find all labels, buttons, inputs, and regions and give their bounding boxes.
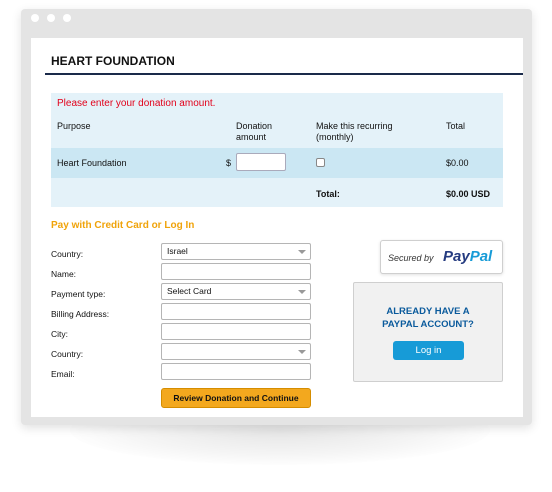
paypal-login-button[interactable]: Log in: [393, 341, 464, 360]
window-dot-icon: [31, 14, 39, 22]
chevron-down-icon: [298, 250, 306, 254]
name-label: Name:: [51, 269, 77, 279]
country-2-label: Country:: [51, 349, 84, 359]
paypal-logo-icon: PayPal: [443, 248, 493, 265]
account-prompt-line1: ALREADY HAVE A: [386, 306, 470, 317]
account-prompt: ALREADY HAVE A PAYPAL ACCOUNT?: [354, 305, 502, 331]
donation-page: HEART FOUNDATION Please enter your donat…: [31, 38, 523, 417]
payment-heading: Pay with Credit Card or Log In: [51, 220, 195, 231]
city-input[interactable]: [161, 323, 311, 340]
total-header: Total: [446, 121, 466, 131]
summary-total: $0.00 USD: [446, 189, 491, 199]
purpose-cell: Heart Foundation: [57, 158, 127, 168]
email-input[interactable]: [161, 363, 311, 380]
paypal-login-box: ALREADY HAVE A PAYPAL ACCOUNT? Log in: [353, 282, 503, 382]
summary-label: Total:: [316, 189, 340, 199]
name-input[interactable]: [161, 263, 311, 280]
donation-amount-input[interactable]: [236, 153, 286, 171]
email-label: Email:: [51, 369, 75, 379]
page-title: HEART FOUNDATION: [51, 54, 175, 68]
paypal-secured-badge: Secured by PayPal: [380, 240, 503, 274]
billing-address-label: Billing Address:: [51, 309, 110, 319]
country-select[interactable]: Israel: [161, 243, 311, 260]
currency-symbol: $: [226, 158, 232, 168]
amount-header: Donation amount: [236, 121, 273, 142]
row-total: $0.00: [446, 158, 469, 168]
title-divider: [45, 73, 523, 75]
country-2-select[interactable]: [161, 343, 311, 360]
secured-by-text: Secured by: [388, 253, 434, 263]
donation-panel: Please enter your donation amount. Purpo…: [51, 93, 503, 207]
account-prompt-line2: PAYPAL ACCOUNT?: [382, 319, 474, 330]
payment-type-select[interactable]: Select Card: [161, 283, 311, 300]
window-dot-icon: [47, 14, 55, 22]
billing-address-input[interactable]: [161, 303, 311, 320]
purpose-header: Purpose: [57, 121, 91, 131]
chevron-down-icon: [298, 290, 306, 294]
review-donation-button[interactable]: Review Donation and Continue: [161, 388, 311, 408]
window-dot-icon: [63, 14, 71, 22]
error-message: Please enter your donation amount.: [57, 98, 216, 109]
country-label: Country:: [51, 249, 84, 259]
recurring-header: Make this recurring (monthly): [316, 121, 393, 142]
payment-type-value: Select Card: [167, 286, 212, 296]
recurring-checkbox[interactable]: [316, 158, 325, 167]
city-label: City:: [51, 329, 68, 339]
country-select-value: Israel: [167, 246, 188, 256]
payment-type-label: Payment type:: [51, 289, 106, 299]
chevron-down-icon: [298, 350, 306, 354]
